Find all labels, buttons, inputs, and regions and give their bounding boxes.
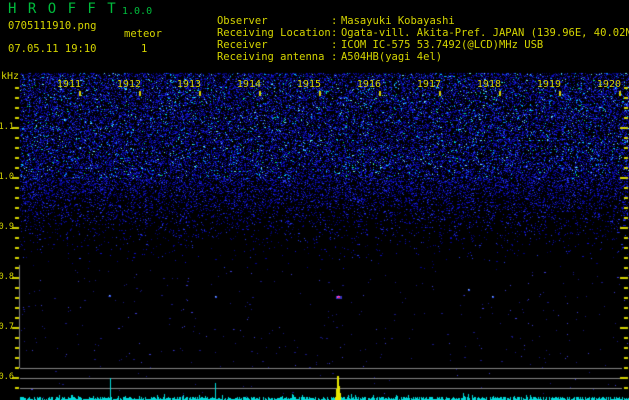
info-label: Receiving antenna [217, 51, 331, 63]
freq-axis-label: 0.7 [0, 322, 14, 333]
freq-axis-unit-label: kHz [1, 71, 19, 82]
time-axis-label: 1912 [117, 80, 141, 90]
time-axis-label: 1913 [177, 80, 201, 90]
info-row: Observer:Masayuki Kobayashi [179, 3, 629, 15]
info-colon: : [331, 27, 341, 39]
app-version: 1.0.0 [122, 6, 152, 18]
filename-label: 0705111910.png [8, 20, 97, 32]
time-axis-label: 1914 [237, 80, 261, 90]
freq-axis-label: 0.8 [0, 272, 14, 283]
info-label: Receiving Location [217, 27, 331, 39]
count-label: 1 [141, 43, 147, 55]
time-axis-label: 1915 [297, 80, 321, 90]
freq-axis-label: 1.0 [0, 172, 14, 183]
time-axis-label: 1920 [597, 80, 621, 90]
app-title: H R O F F T [8, 3, 117, 15]
mode-label: meteor [124, 28, 162, 40]
freq-axis-label: 1.1 [0, 122, 14, 133]
time-axis-label: 1919 [537, 80, 561, 90]
datetime-label: 07.05.11 19:10 [8, 43, 97, 55]
info-value: A504HB(yagi 4el) [341, 51, 442, 63]
info-colon: : [331, 51, 341, 63]
info-colon: : [331, 15, 341, 27]
info-value: Masayuki Kobayashi [341, 15, 455, 27]
time-axis-label: 1918 [477, 80, 501, 90]
info-label: Observer [217, 15, 331, 27]
hrofft-screen: H R O F F T 1.0.0 0705111910.png meteor … [0, 0, 629, 400]
time-axis-label: 1917 [417, 80, 441, 90]
station-info: Observer:Masayuki Kobayashi Receiving Lo… [179, 3, 629, 51]
info-value: Ogata-vill. Akita-Pref. JAPAN (139.96E, … [341, 27, 629, 39]
info-colon: : [331, 39, 341, 51]
time-axis-label: 1916 [357, 80, 381, 90]
freq-axis-label: 0.9 [0, 222, 14, 233]
info-label: Receiver [217, 39, 331, 51]
time-axis-label: 1911 [57, 80, 81, 90]
info-value: ICOM IC-575 53.7492(@LCD)MHz USB [341, 39, 543, 51]
freq-axis-label: 0.6 [0, 372, 14, 383]
